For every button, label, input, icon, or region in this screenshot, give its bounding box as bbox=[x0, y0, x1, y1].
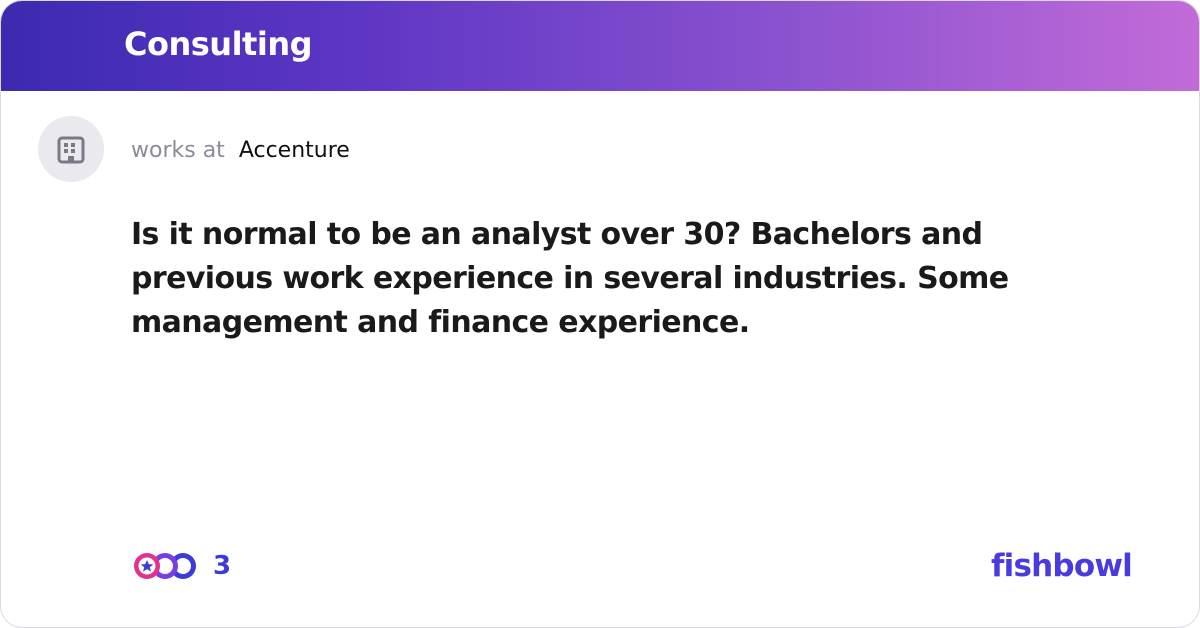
company-link[interactable]: Accenture bbox=[239, 137, 350, 165]
post-text: Is it normal to be an analyst over 30? B… bbox=[131, 217, 1009, 340]
works-at-label: works at bbox=[131, 138, 225, 163]
bowl-title[interactable]: Consulting bbox=[124, 23, 313, 65]
avatar[interactable] bbox=[38, 116, 104, 182]
reaction-count: 3 bbox=[213, 551, 232, 581]
building-icon bbox=[57, 136, 85, 164]
reactions[interactable]: 3 bbox=[131, 549, 231, 583]
author-meta: works at Accenture bbox=[131, 137, 350, 165]
fishbowl-logo[interactable]: fishbowl bbox=[991, 544, 1133, 588]
post-card[interactable]: Consulting works at Accenture Is it norm… bbox=[0, 0, 1200, 628]
header-bar: Consulting bbox=[1, 1, 1199, 91]
reaction-stack-icon bbox=[134, 553, 196, 579]
